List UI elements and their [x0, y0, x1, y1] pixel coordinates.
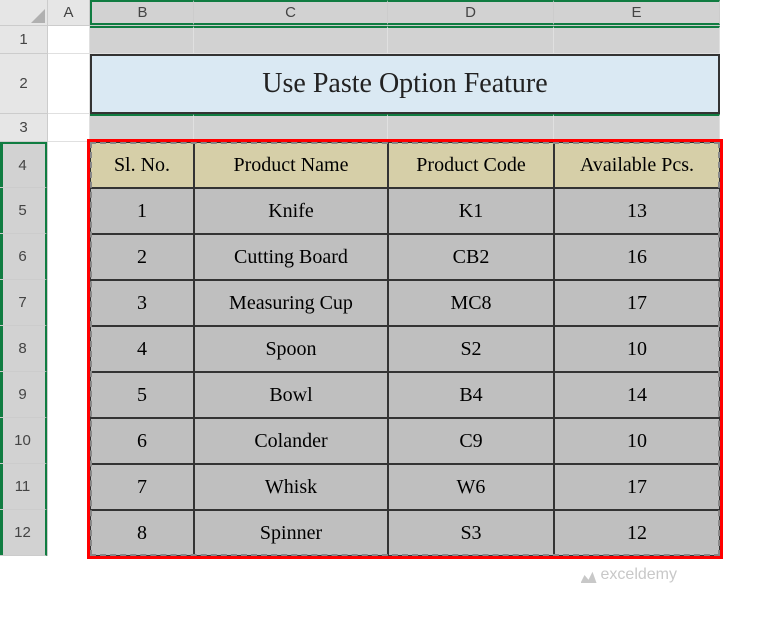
- row-header-6[interactable]: 6: [0, 234, 47, 280]
- header-name[interactable]: Product Name: [194, 142, 388, 188]
- cell-pcs[interactable]: 10: [554, 326, 720, 372]
- cell-name[interactable]: Colander: [194, 418, 388, 464]
- header-pcs[interactable]: Available Pcs.: [554, 142, 720, 188]
- col-header-b[interactable]: B: [90, 0, 194, 25]
- cell-code[interactable]: B4: [388, 372, 554, 418]
- cell-code[interactable]: MC8: [388, 280, 554, 326]
- table-row: 2 Cutting Board CB2 16: [90, 234, 720, 280]
- cell-pcs[interactable]: 14: [554, 372, 720, 418]
- cell-name[interactable]: Whisk: [194, 464, 388, 510]
- row-header-2[interactable]: 2: [0, 54, 47, 114]
- cell-name[interactable]: Cutting Board: [194, 234, 388, 280]
- cell-a1[interactable]: [48, 26, 90, 54]
- row-header-4[interactable]: 4: [0, 142, 47, 188]
- cell-pcs[interactable]: 12: [554, 510, 720, 556]
- row-headers: 1 2 3 4 5 6 7 8 9 10 11 12: [0, 26, 48, 556]
- table-header-row: Sl. No. Product Name Product Code Availa…: [90, 142, 720, 188]
- cell-d3[interactable]: [388, 114, 554, 142]
- row-header-9[interactable]: 9: [0, 372, 47, 418]
- watermark-text: exceldemy: [601, 566, 677, 584]
- col-header-c[interactable]: C: [194, 0, 388, 25]
- cell-slno[interactable]: 2: [90, 234, 194, 280]
- cell-code[interactable]: W6: [388, 464, 554, 510]
- grid-area: Use Paste Option Feature Sl. No. Product…: [48, 26, 720, 142]
- cell-pcs[interactable]: 13: [554, 188, 720, 234]
- row-header-10[interactable]: 10: [0, 418, 47, 464]
- row-header-5[interactable]: 5: [0, 188, 47, 234]
- cell-e3[interactable]: [554, 114, 720, 142]
- cell-code[interactable]: S2: [388, 326, 554, 372]
- cell-slno[interactable]: 5: [90, 372, 194, 418]
- cell-b3[interactable]: [90, 114, 194, 142]
- cell-pcs[interactable]: 10: [554, 418, 720, 464]
- row-header-1[interactable]: 1: [0, 26, 47, 54]
- cell-slno[interactable]: 4: [90, 326, 194, 372]
- cell-code[interactable]: CB2: [388, 234, 554, 280]
- cell-code[interactable]: C9: [388, 418, 554, 464]
- chart-icon: [581, 567, 597, 583]
- select-all-corner[interactable]: [0, 0, 48, 26]
- table-row: 5 Bowl B4 14: [90, 372, 720, 418]
- data-table: Sl. No. Product Name Product Code Availa…: [90, 142, 720, 556]
- cell-name[interactable]: Spinner: [194, 510, 388, 556]
- cell-d1[interactable]: [388, 26, 554, 54]
- cell-name[interactable]: Knife: [194, 188, 388, 234]
- cell-slno[interactable]: 8: [90, 510, 194, 556]
- row-header-8[interactable]: 8: [0, 326, 47, 372]
- row-header-12[interactable]: 12: [0, 510, 47, 556]
- col-header-d[interactable]: D: [388, 0, 554, 25]
- cell-slno[interactable]: 6: [90, 418, 194, 464]
- row-header-11[interactable]: 11: [0, 464, 47, 510]
- cell-c3[interactable]: [194, 114, 388, 142]
- column-headers: A B C D E: [48, 0, 720, 26]
- cell-name[interactable]: Measuring Cup: [194, 280, 388, 326]
- row-header-7[interactable]: 7: [0, 280, 47, 326]
- cell-code[interactable]: S3: [388, 510, 554, 556]
- table-row: 1 Knife K1 13: [90, 188, 720, 234]
- spreadsheet: A B C D E 1 2 3 4 5 6 7 8 9 10 11 12 Use…: [0, 0, 767, 632]
- header-slno[interactable]: Sl. No.: [90, 142, 194, 188]
- table-row: 4 Spoon S2 10: [90, 326, 720, 372]
- title-cell[interactable]: Use Paste Option Feature: [90, 54, 720, 114]
- cell-pcs[interactable]: 17: [554, 464, 720, 510]
- table-row: 6 Colander C9 10: [90, 418, 720, 464]
- cell-name[interactable]: Spoon: [194, 326, 388, 372]
- cell-b1[interactable]: [90, 26, 194, 54]
- col-header-a[interactable]: A: [48, 0, 90, 25]
- cell-e1[interactable]: [554, 26, 720, 54]
- cell-a3[interactable]: [48, 114, 90, 142]
- cell-c1[interactable]: [194, 26, 388, 54]
- header-code[interactable]: Product Code: [388, 142, 554, 188]
- cell-slno[interactable]: 3: [90, 280, 194, 326]
- row-header-3[interactable]: 3: [0, 114, 47, 142]
- cell-pcs[interactable]: 16: [554, 234, 720, 280]
- cell-pcs[interactable]: 17: [554, 280, 720, 326]
- watermark: exceldemy: [581, 566, 677, 584]
- table-row: 7 Whisk W6 17: [90, 464, 720, 510]
- cell-name[interactable]: Bowl: [194, 372, 388, 418]
- table-row: 3 Measuring Cup MC8 17: [90, 280, 720, 326]
- cell-slno[interactable]: 7: [90, 464, 194, 510]
- cell-slno[interactable]: 1: [90, 188, 194, 234]
- cell-a2[interactable]: [48, 54, 90, 114]
- table-row: 8 Spinner S3 12: [90, 510, 720, 556]
- cell-code[interactable]: K1: [388, 188, 554, 234]
- col-header-e[interactable]: E: [554, 0, 720, 25]
